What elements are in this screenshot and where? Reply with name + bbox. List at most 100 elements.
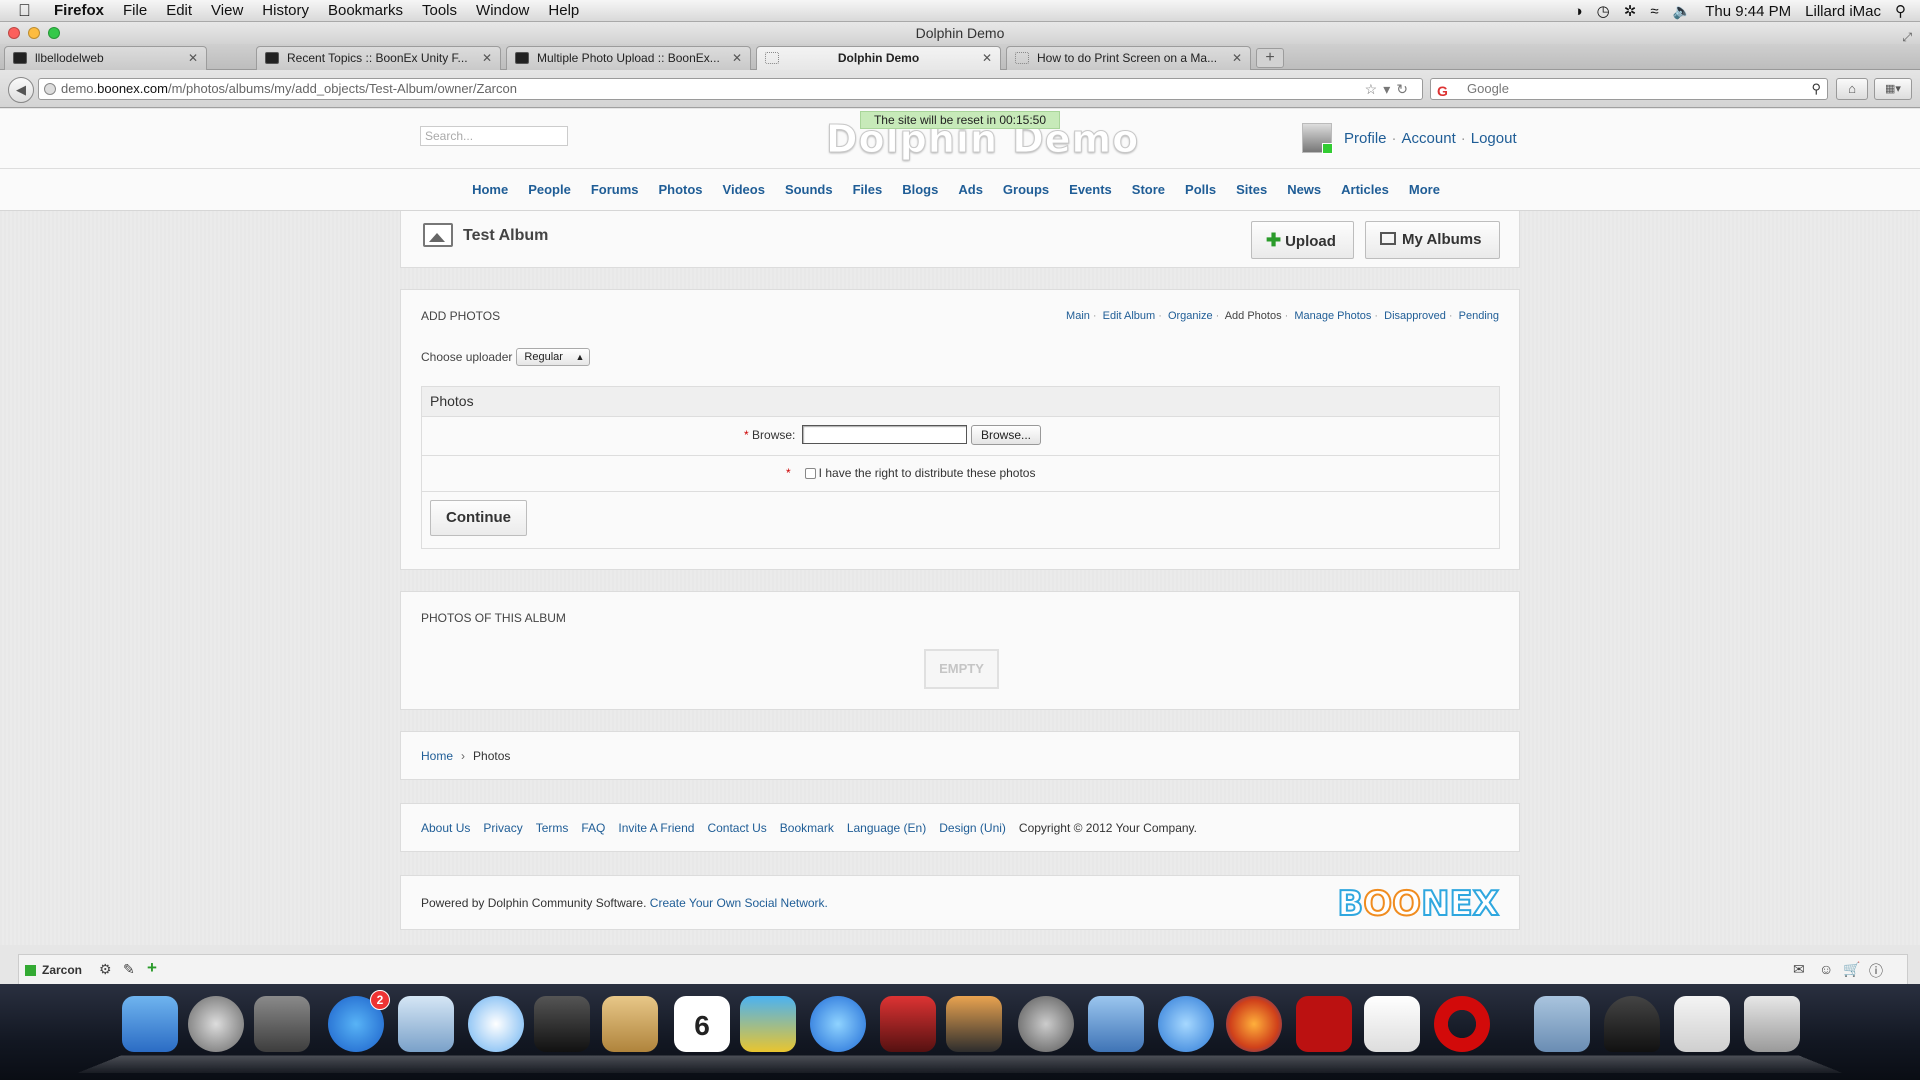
menu-window[interactable]: Window	[476, 2, 529, 19]
messages-icon[interactable]	[1158, 996, 1214, 1052]
continue-button[interactable]: Continue	[430, 500, 527, 536]
safari-icon[interactable]	[468, 996, 524, 1052]
footer-contact-us[interactable]: Contact Us	[707, 821, 766, 835]
user-name[interactable]: Lillard iMac	[1805, 3, 1881, 20]
trash-icon[interactable]	[1744, 996, 1800, 1052]
footer-design[interactable]: Design (Uni)	[939, 821, 1006, 835]
downloads-stack-icon[interactable]	[1674, 996, 1730, 1052]
nav-blogs[interactable]: Blogs	[902, 182, 938, 197]
menu-help[interactable]: Help	[548, 2, 579, 19]
submenu-disapproved[interactable]: Disapproved	[1384, 310, 1446, 322]
filezilla-icon[interactable]	[1296, 996, 1352, 1052]
tab-llbellodelweb[interactable]: llbellodelweb ✕	[4, 46, 207, 70]
menu-edit[interactable]: Edit	[166, 2, 192, 19]
menu-bookmarks[interactable]: Bookmarks	[328, 2, 403, 19]
tab-recent-topics[interactable]: Recent Topics :: BoonEx Unity F... ✕	[256, 46, 501, 70]
google-icon[interactable]: G	[1437, 81, 1448, 101]
browse-button[interactable]: Browse...	[971, 425, 1041, 445]
filezilla-alt-icon[interactable]	[740, 996, 796, 1052]
mail-app-icon[interactable]	[398, 996, 454, 1052]
mail-icon[interactable]: ✉	[1793, 961, 1805, 978]
submenu-pending[interactable]: Pending	[1459, 310, 1499, 322]
reload-icon[interactable]: ↻	[1396, 81, 1414, 97]
iphoto-icon[interactable]	[946, 996, 1002, 1052]
menu-history[interactable]: History	[262, 2, 309, 19]
volume-icon[interactable]: 🔈	[1673, 2, 1692, 20]
friends-icon[interactable]: ☺	[1819, 961, 1833, 977]
calendar-icon[interactable]: 6	[674, 996, 730, 1052]
itunes-icon[interactable]	[810, 996, 866, 1052]
time-machine-icon[interactable]: ◷	[1597, 2, 1610, 20]
tab-dolphin-demo[interactable]: Dolphin Demo ✕	[756, 46, 1001, 70]
profile-link[interactable]: Profile	[1344, 130, 1387, 147]
nav-store[interactable]: Store	[1132, 182, 1165, 197]
toolbar-user[interactable]: Zarcon	[25, 963, 82, 977]
tab-close-icon[interactable]: ✕	[982, 47, 992, 69]
opera-icon[interactable]	[1434, 996, 1490, 1052]
xcode-icon[interactable]	[1088, 996, 1144, 1052]
footer-about-us[interactable]: About Us	[421, 821, 470, 835]
apple-icon[interactable]: 	[18, 1, 38, 21]
url-dropdown-icon[interactable]: ▾	[1383, 81, 1396, 97]
submenu-organize[interactable]: Organize	[1168, 310, 1213, 322]
spotlight-icon[interactable]: ⚲	[1895, 2, 1906, 20]
nav-people[interactable]: People	[528, 182, 571, 197]
gear-icon[interactable]: ⚙	[99, 961, 112, 978]
status-moon-icon[interactable]: ◑	[1574, 3, 1583, 20]
account-link[interactable]: Account	[1402, 130, 1456, 147]
menu-tools[interactable]: Tools	[422, 2, 457, 19]
file-path-input[interactable]	[802, 425, 967, 444]
site-identity-icon[interactable]	[44, 83, 56, 95]
textedit-icon[interactable]	[1364, 996, 1420, 1052]
tab-multiple-photo-upload[interactable]: Multiple Photo Upload :: BoonEx... ✕	[506, 46, 751, 70]
firefox-icon[interactable]	[1226, 996, 1282, 1052]
wifi-icon[interactable]: ≈	[1650, 3, 1658, 20]
nav-more[interactable]: More	[1409, 182, 1440, 197]
nav-groups[interactable]: Groups	[1003, 182, 1049, 197]
bookmark-star-icon[interactable]: ☆	[1365, 81, 1384, 97]
boonex-logo[interactable]: BOONEX	[1336, 883, 1500, 925]
edit-icon[interactable]: ✎	[123, 961, 135, 978]
avatar[interactable]	[1302, 123, 1333, 154]
nav-sites[interactable]: Sites	[1236, 182, 1267, 197]
nav-ads[interactable]: Ads	[958, 182, 983, 197]
menu-app-firefox[interactable]: Firefox	[54, 2, 104, 19]
tab-print-screen-mac[interactable]: How to do Print Screen on a Ma... ✕	[1006, 46, 1251, 70]
bluetooth-icon[interactable]: ✲	[1624, 2, 1637, 20]
nav-polls[interactable]: Polls	[1185, 182, 1216, 197]
minimize-window-icon[interactable]	[28, 27, 40, 39]
mission-control-icon[interactable]	[254, 996, 310, 1052]
search-icon[interactable]: ⚲	[1811, 79, 1821, 99]
finder-icon[interactable]	[122, 996, 178, 1052]
launchpad-icon[interactable]	[188, 996, 244, 1052]
close-window-icon[interactable]	[8, 27, 20, 39]
distribution-rights-checkbox[interactable]	[804, 467, 816, 479]
add-icon[interactable]: +	[147, 958, 157, 978]
firefox-menu-button[interactable]: ▦▾	[1874, 78, 1912, 100]
footer-privacy[interactable]: Privacy	[483, 821, 522, 835]
create-network-link[interactable]: Create Your Own Social Network.	[650, 896, 828, 910]
clock[interactable]: Thu 9:44 PM	[1705, 3, 1791, 20]
tab-close-icon[interactable]: ✕	[1232, 47, 1242, 69]
nav-videos[interactable]: Videos	[723, 182, 765, 197]
site-search-input[interactable]: Search...	[420, 126, 568, 146]
applications-folder-icon[interactable]	[1534, 996, 1590, 1052]
submenu-manage-photos[interactable]: Manage Photos	[1294, 310, 1371, 322]
tab-close-icon[interactable]: ✕	[188, 47, 198, 69]
nav-sounds[interactable]: Sounds	[785, 182, 833, 197]
zoom-window-icon[interactable]	[48, 27, 60, 39]
my-albums-button[interactable]: My Albums	[1365, 221, 1500, 259]
search-box[interactable]: G Google ⚲	[1430, 78, 1828, 100]
tab-close-icon[interactable]: ✕	[732, 47, 742, 69]
system-preferences-icon[interactable]	[1018, 996, 1074, 1052]
photo-booth-icon[interactable]	[880, 996, 936, 1052]
info-icon[interactable]: ⓘ	[1869, 961, 1883, 981]
menu-view[interactable]: View	[211, 2, 243, 19]
breadcrumb-home[interactable]: Home	[421, 749, 453, 763]
upload-button[interactable]: ✚ Upload	[1251, 221, 1354, 259]
footer-language[interactable]: Language (En)	[847, 821, 926, 835]
back-button[interactable]: ◀	[8, 77, 34, 103]
nav-files[interactable]: Files	[853, 182, 883, 197]
nav-events[interactable]: Events	[1069, 182, 1112, 197]
logout-link[interactable]: Logout	[1471, 130, 1517, 147]
